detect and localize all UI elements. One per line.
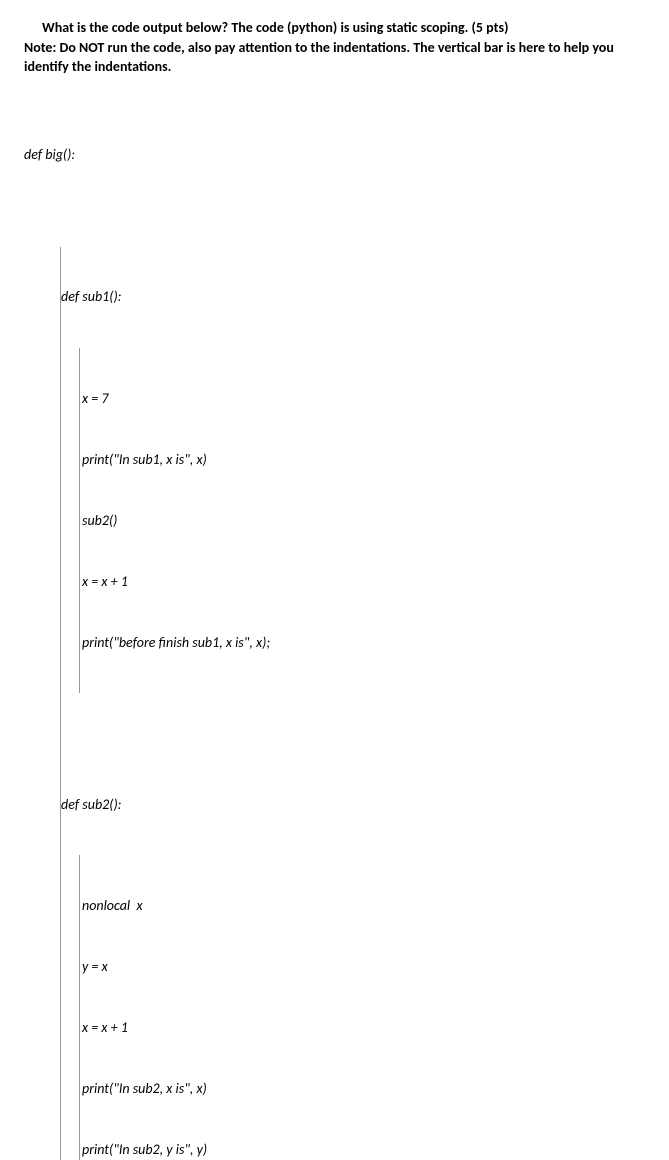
code-line: x = x + 1 (82, 572, 645, 592)
question-note: Note: Do NOT run the code, also pay atte… (24, 38, 645, 77)
code-line: nonlocal x (82, 896, 645, 916)
code-indent-level-2: def sub1(): x = 7 print("In sub1, x is",… (60, 247, 645, 1160)
code-line: def big(): (24, 145, 645, 165)
code-line: x = x + 1 (82, 1018, 645, 1038)
blank-line (61, 734, 645, 754)
question-block: What is the code output below? The code … (24, 18, 645, 77)
code-line: print("In sub2, y is", y) (82, 1140, 645, 1160)
code-line: sub2() (82, 511, 645, 531)
code-line: print("before finish sub1, x is", x); (82, 633, 645, 653)
code-line: def sub2(): (61, 795, 645, 815)
code-line: def sub1(): (61, 287, 645, 307)
code-indent-level-3: x = 7 print("In sub1, x is", x) sub2() x… (79, 348, 645, 693)
question-title: What is the code output below? The code … (42, 18, 645, 38)
code-line: print("In sub2, x is", x) (82, 1079, 645, 1099)
code-line: y = x (82, 957, 645, 977)
code-line: x = 7 (82, 389, 645, 409)
code-indent-level-3: nonlocal x y = x x = x + 1 print("In sub… (79, 855, 645, 1160)
code-block: def big(): def sub1(): x = 7 print("In s… (24, 105, 645, 1160)
code-indent-level-1: def sub1(): x = 7 print("In sub1, x is",… (42, 206, 645, 1160)
code-line: print("In sub1, x is", x) (82, 450, 645, 470)
